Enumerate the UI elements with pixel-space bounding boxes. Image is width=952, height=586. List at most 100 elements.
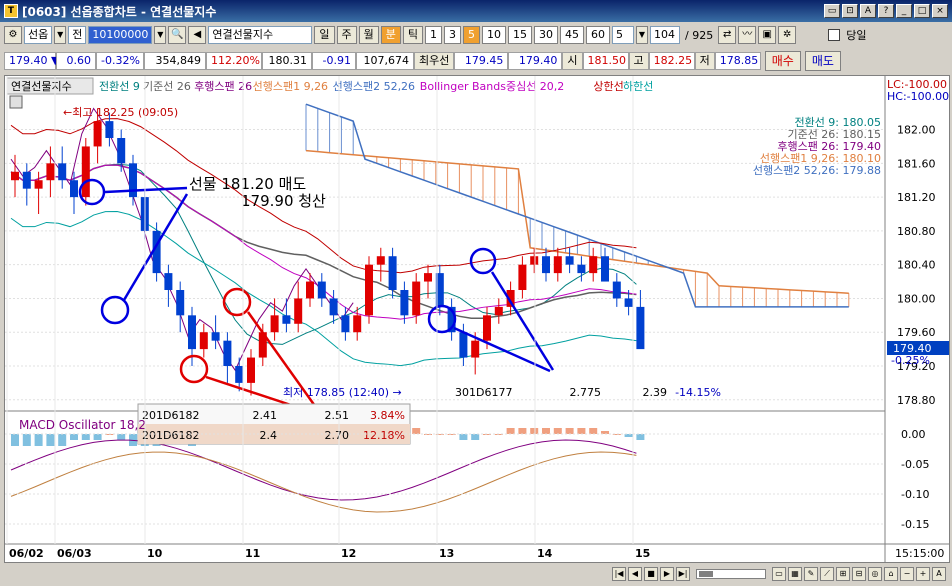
candle [365, 264, 373, 316]
line-2 [122, 193, 189, 301]
tool-4-icon[interactable]: ⟋ [820, 567, 834, 581]
candle [306, 281, 314, 299]
macd-bar [34, 434, 43, 446]
help-icon[interactable]: ? [878, 4, 894, 18]
code-input[interactable]: 10100000 [88, 26, 153, 44]
period-minute[interactable]: 분 [380, 26, 401, 44]
today-label: 당일 [846, 29, 867, 42]
market-select[interactable]: 선옵 [24, 26, 53, 44]
current-price: 179.40 ▼ [4, 52, 59, 70]
gear-icon[interactable]: ✲ [778, 26, 797, 44]
alert-icon[interactable]: A [860, 4, 876, 18]
tool-5-icon[interactable]: ⊞ [836, 567, 850, 581]
interval-30[interactable]: 30 [534, 26, 558, 44]
x-label: 10 [147, 547, 163, 560]
zoom-in-icon[interactable]: + [916, 567, 930, 581]
candle [317, 281, 326, 299]
code-dropdown-icon[interactable]: ▼ [154, 26, 167, 44]
speaker-icon[interactable]: ◀ [188, 26, 207, 44]
next-icon[interactable]: ▶ [660, 567, 674, 581]
last-icon[interactable]: ▶| [676, 567, 690, 581]
chart-area[interactable]: 연결선물지수 전환선 9 기준선 26 후행스팬 26 선행스팬1 9,26 선행스팬2… [4, 75, 950, 563]
change-percent: -0.32% [96, 52, 144, 70]
sell-button[interactable]: 매도 [804, 51, 841, 71]
settings-icon[interactable]: ⚙ [4, 26, 22, 44]
candle [46, 163, 55, 181]
red-circle-1 [179, 354, 209, 384]
arrows-icon[interactable]: ⇄ [718, 26, 737, 44]
buy-button[interactable]: 매수 [764, 51, 801, 71]
opt2-b: 2.70 [325, 429, 350, 442]
period-week[interactable]: 주 [336, 26, 357, 44]
prefix-field[interactable]: 전 [68, 26, 87, 44]
interval-dropdown-icon[interactable]: ▼ [636, 26, 648, 44]
tool-1-icon[interactable]: ▭ [772, 567, 786, 581]
prev-icon[interactable]: ◀ [628, 567, 642, 581]
theory-price: 180.31 [262, 52, 312, 70]
price-tick: 180.00 [897, 292, 936, 305]
first-icon[interactable]: |◀ [612, 567, 626, 581]
market-dropdown-icon[interactable]: ▼ [54, 26, 67, 44]
chart-svg[interactable]: 연결선물지수 전환선 9 기준선 26 후행스팬 26 선행스팬1 9,26 선행스팬2… [5, 76, 949, 562]
restore-icon[interactable]: ▭ [824, 4, 840, 18]
candle [376, 256, 385, 265]
tool-2-icon[interactable]: ▦ [788, 567, 802, 581]
candle [294, 298, 303, 324]
candle [565, 256, 574, 265]
candle [70, 180, 78, 198]
minimize-icon[interactable]: _ [896, 4, 912, 18]
period-day[interactable]: 일 [314, 26, 335, 44]
candle [624, 298, 633, 307]
count-input[interactable]: 104 [650, 26, 680, 44]
interval-45[interactable]: 45 [560, 26, 584, 44]
macd-bar [93, 434, 102, 440]
today-checkbox[interactable] [828, 29, 841, 41]
grid-toggle-icon[interactable] [9, 95, 23, 109]
put-code: 301D6177 [455, 386, 512, 399]
tool-6-icon[interactable]: ⊟ [852, 567, 866, 581]
macd-bar [22, 434, 31, 446]
scroll-thumb[interactable] [699, 571, 713, 577]
close-icon[interactable]: × [932, 4, 948, 18]
line-1 [104, 186, 188, 194]
legend-main: 연결선물지수 [11, 80, 72, 93]
price-tick: 180.80 [897, 225, 936, 238]
period-month[interactable]: 월 [358, 26, 379, 44]
interval-1[interactable]: 1 [425, 26, 442, 44]
opt2-code: 201D6182 [142, 429, 199, 442]
maximize-icon[interactable]: □ [914, 4, 930, 18]
value-row: 선행스팬2 52,26: 179.88 [753, 164, 881, 177]
macd-bar [565, 428, 574, 434]
macd-bar [11, 434, 19, 446]
toolbar: ⚙ 선옵 ▼ 전 10100000 ▼ 🔍 ◀ 연결선물지수 일 주 월 분 틱… [0, 23, 952, 47]
interval-input[interactable]: 5 [612, 26, 634, 44]
stop-icon[interactable]: ■ [644, 567, 658, 581]
macd-bar [530, 428, 539, 434]
interval-5[interactable]: 5 [463, 26, 480, 44]
candle [341, 315, 350, 333]
period-tick[interactable]: 틱 [402, 26, 423, 44]
candle [247, 357, 255, 383]
x-label: 14 [537, 547, 553, 560]
interval-3[interactable]: 3 [444, 26, 461, 44]
candle [400, 290, 409, 316]
x-label: 06/02 [9, 547, 44, 560]
zoom-out-icon[interactable]: − [900, 567, 914, 581]
tool-7-icon[interactable]: ◎ [868, 567, 882, 581]
legend: 전환선 9 기준선 26 후행스팬 26 선행스팬1 9,26 선행스팬2 52,26 B… [99, 79, 653, 93]
trade-note-2: 179.90 청산 [241, 192, 326, 210]
scroll-track[interactable] [696, 569, 766, 579]
interval-60[interactable]: 60 [586, 26, 610, 44]
pin-icon[interactable]: ⊡ [842, 4, 858, 18]
tool-8-icon[interactable]: ⌂ [884, 567, 898, 581]
interval-15[interactable]: 15 [508, 26, 532, 44]
candle [199, 332, 208, 350]
best-label: 최우선 [414, 52, 455, 70]
search-icon[interactable]: 🔍 [168, 26, 187, 44]
legend-item: Bollinger Bands중심선 20,2 [420, 80, 565, 93]
chart-icon[interactable]: 〰 [738, 26, 757, 44]
tool-3-icon[interactable]: ✎ [804, 567, 818, 581]
interval-10[interactable]: 10 [482, 26, 506, 44]
font-icon[interactable]: A [932, 567, 946, 581]
save-icon[interactable]: ▣ [758, 26, 777, 44]
